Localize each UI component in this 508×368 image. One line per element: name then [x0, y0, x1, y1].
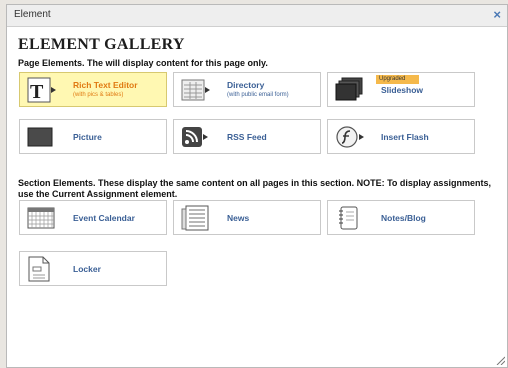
svg-text:T: T	[30, 81, 44, 103]
close-icon[interactable]: ×	[493, 7, 501, 23]
dialog-titlebar[interactable]: Element ×	[7, 5, 507, 27]
news-icon	[181, 205, 209, 231]
event-calendar-label: Event Calendar	[73, 213, 135, 223]
slideshow-label: Slideshow	[381, 85, 424, 95]
rich-text-icon: T	[27, 77, 56, 103]
dialog-title: Element	[14, 9, 51, 20]
flash-icon	[336, 126, 364, 148]
picture-label: Picture	[73, 132, 102, 142]
section-elements-description: Section Elements. These display the same…	[18, 178, 491, 199]
rss-feed-tile[interactable]: RSS Feed	[173, 119, 321, 154]
notes-blog-tile[interactable]: Notes/Blog	[327, 200, 475, 235]
element-dialog: Element × ELEMENT GALLERY Page Elements.…	[6, 4, 508, 368]
rich-text-editor-sublabel: (with pics & tables)	[73, 92, 124, 98]
insert-flash-label: Insert Flash	[381, 132, 429, 142]
slideshow-tile[interactable]: Upgraded Slideshow	[327, 72, 475, 107]
rich-text-editor-tile[interactable]: T Rich Text Editor (with pics & tables)	[19, 72, 167, 107]
directory-sublabel: (with public email form)	[227, 92, 289, 98]
gallery-heading: ELEMENT GALLERY	[18, 36, 185, 53]
news-label: News	[227, 213, 250, 223]
slideshow-icon	[335, 77, 363, 101]
calendar-icon	[27, 207, 55, 229]
notes-blog-label: Notes/Blog	[381, 213, 426, 223]
news-tile[interactable]: News	[173, 200, 321, 235]
upgraded-badge: Upgraded	[376, 75, 419, 84]
picture-tile[interactable]: Picture	[19, 119, 167, 154]
event-calendar-tile[interactable]: Event Calendar	[19, 200, 167, 235]
picture-icon	[27, 127, 53, 147]
page-elements-description: Page Elements. The will display content …	[18, 58, 268, 68]
locker-icon	[28, 256, 50, 282]
locker-tile[interactable]: Locker	[19, 251, 167, 286]
directory-icon	[181, 79, 210, 101]
locker-label: Locker	[73, 264, 101, 274]
rss-feed-label: RSS Feed	[227, 132, 267, 142]
resize-handle-icon[interactable]	[495, 355, 505, 365]
rich-text-editor-label: Rich Text Editor	[73, 80, 138, 90]
notes-blog-icon	[339, 206, 358, 230]
rss-feed-icon	[182, 127, 208, 147]
insert-flash-tile[interactable]: Insert Flash	[327, 119, 475, 154]
directory-label: Directory	[227, 80, 265, 90]
directory-tile[interactable]: Directory (with public email form)	[173, 72, 321, 107]
